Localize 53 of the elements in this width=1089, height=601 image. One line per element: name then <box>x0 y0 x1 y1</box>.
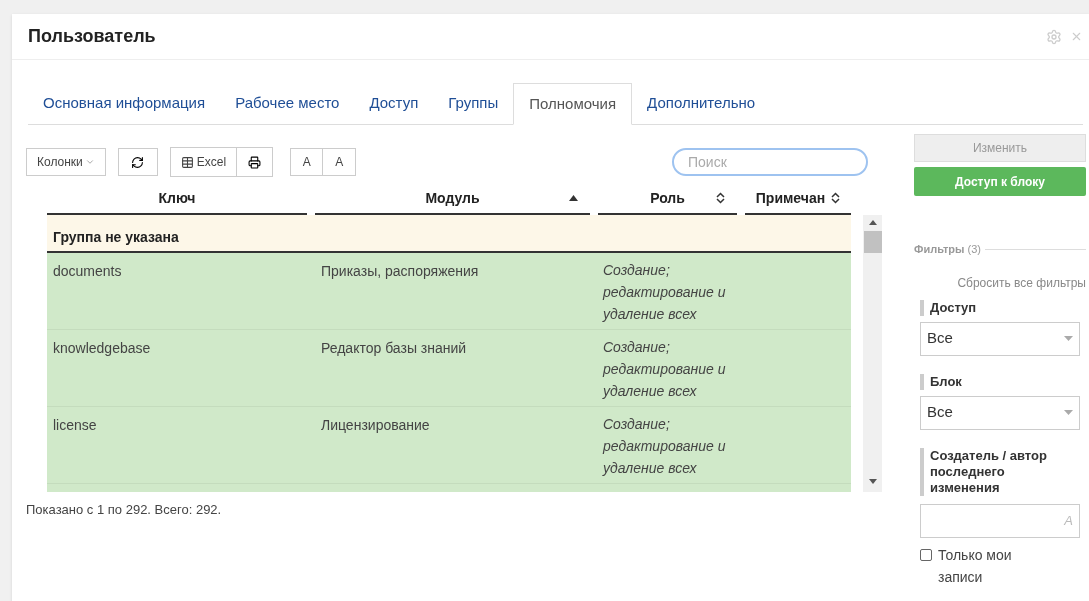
tab[interactable]: Группы <box>433 83 514 124</box>
reset-filters-link[interactable]: Сбросить все фильтры <box>957 273 1086 292</box>
scroll-down-icon[interactable] <box>868 479 877 484</box>
edit-button: Изменить <box>914 134 1086 162</box>
columns-button[interactable]: Колонки <box>26 148 106 176</box>
excel-button[interactable]: Excel <box>169 147 238 177</box>
filter-select[interactable]: Все <box>920 321 1080 356</box>
sort-ascending-icon <box>569 195 578 201</box>
filter-label: Создатель / автор последнего изменения <box>920 447 1060 496</box>
font-size-button[interactable]: A <box>290 148 324 176</box>
filter-label: Доступ <box>920 299 1060 316</box>
scrollbar-thumb[interactable] <box>863 231 882 253</box>
table-cell: knowledgebase <box>53 340 151 356</box>
table-cell-text: Создание; редактирование и удаление всех <box>603 261 727 324</box>
settings-icon[interactable] <box>1046 28 1062 45</box>
scroll-up-icon[interactable] <box>868 220 877 225</box>
printer-icon <box>248 155 262 169</box>
window-title: Пользователь <box>28 25 157 48</box>
search-field[interactable]: Поиск <box>672 148 868 176</box>
filter-select[interactable]: Все <box>920 395 1080 430</box>
table-cell: Редактор базы знаний <box>321 340 467 356</box>
sort-icon <box>716 192 725 204</box>
table-row[interactable]: documents Приказы, распоряжения Создание; редактирование и удаление всех <box>47 253 851 330</box>
table-cell: Лицензирование <box>321 417 430 433</box>
tab[interactable]: Доступ <box>354 83 434 124</box>
filter-label: Блок <box>920 373 1060 390</box>
group-label: Группа не указана <box>53 228 179 247</box>
table-icon <box>180 155 194 169</box>
refresh-button[interactable] <box>117 148 158 176</box>
font-icon: A <box>1064 510 1073 531</box>
table-cell: Приказы, распоряжения <box>321 263 479 279</box>
close-icon[interactable] <box>1070 30 1083 43</box>
only-mine-checkbox[interactable]: Только мои записи <box>914 543 1034 588</box>
table-cell-text: Создание; редактирование и удаление всех <box>603 338 727 401</box>
table-row[interactable]: license Лицензирование Создание; редактирование и удаление всех <box>47 407 851 484</box>
caret-icon <box>1064 410 1073 415</box>
scrollbar[interactable] <box>863 215 882 492</box>
records-summary: Показано с 1 по 292. Всего: 292. <box>26 501 223 519</box>
caret-icon <box>1064 336 1073 341</box>
tab[interactable]: Полномочия <box>513 83 633 125</box>
table-cell-text: Создание; редактирование и удаление всех <box>603 415 727 478</box>
table-row[interactable]: knowledgebase Редактор базы знаний Создание; редактирование и удаление всех <box>47 330 851 407</box>
caret-icon <box>84 157 95 167</box>
table-cell: documents <box>53 263 122 279</box>
tab[interactable]: Рабочее место <box>220 83 355 124</box>
print-button[interactable] <box>237 147 274 177</box>
tab[interactable]: Основная информация <box>28 83 221 124</box>
filters-title: Фильтры (3) <box>914 242 981 257</box>
tab[interactable]: Дополнительно <box>632 83 771 124</box>
sort-icon <box>831 192 841 204</box>
table-cell: license <box>53 417 97 433</box>
font-size-button[interactable]: A <box>323 148 357 176</box>
refresh-icon <box>131 155 145 169</box>
